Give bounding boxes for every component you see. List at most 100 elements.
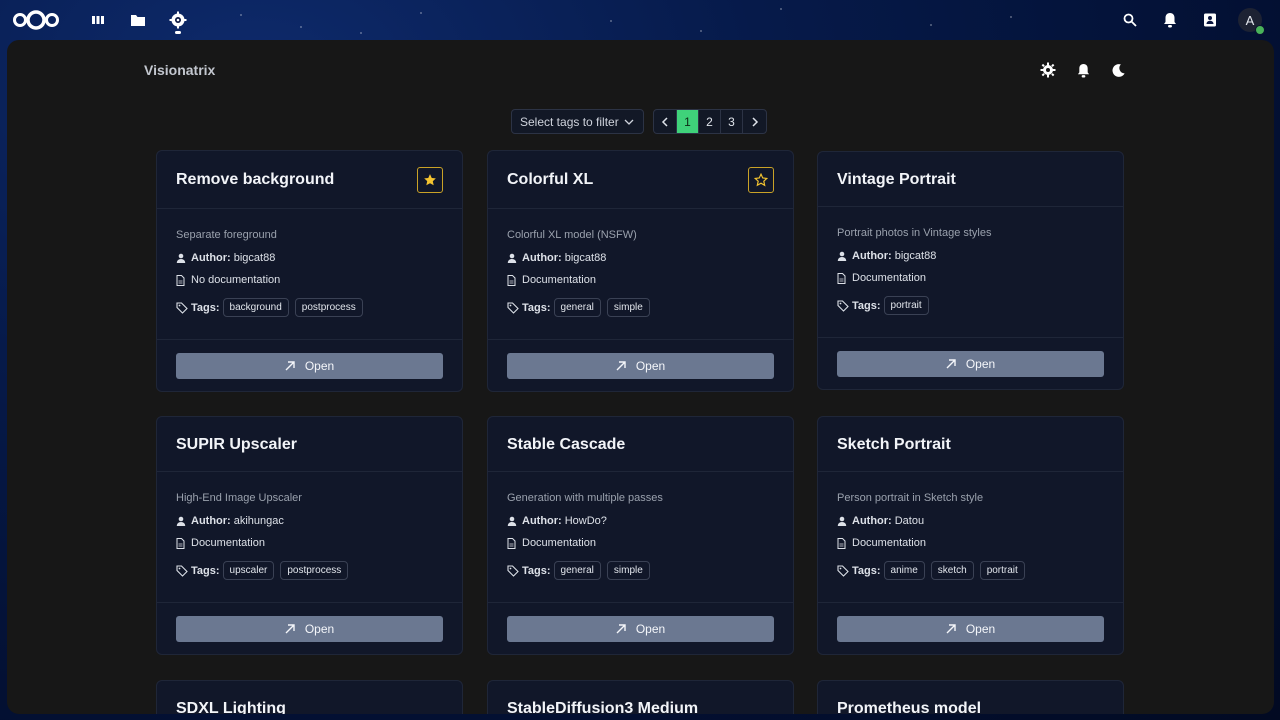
open-flow-button[interactable]: Open [837,351,1104,377]
card-title: SDXL Lighting [176,700,286,714]
tag-chip[interactable]: sketch [930,561,974,580]
tag-filter-select[interactable]: Select tags to filter [511,109,644,134]
search-icon[interactable] [1120,10,1140,30]
visionatrix-app-icon[interactable] [168,10,188,30]
documentation-link[interactable]: Documentation [522,537,596,549]
flow-card: Vintage Portrait Portrait photos in Vint… [817,151,1124,390]
dark-mode-moon-icon[interactable] [1108,60,1128,80]
tag-icon [507,564,521,577]
settings-gear-icon[interactable] [1038,60,1058,80]
user-icon [176,253,190,263]
document-icon [507,274,521,286]
card-description: High-End Image Upscaler [176,492,302,504]
author-label: Author: [191,252,231,264]
tag-chip[interactable]: upscaler [222,561,275,580]
flow-card: SUPIR Upscaler High-End Image Upscaler A… [156,416,463,655]
card-description: Colorful XL model (NSFW) [507,229,637,241]
author-label: Author: [191,515,231,527]
notifications-bell-icon[interactable] [1160,10,1180,30]
chevron-right-icon [751,116,758,127]
tags-label: Tags: [852,299,881,312]
author-name: Datou [894,515,925,527]
documentation-link[interactable]: Documentation [522,274,596,286]
user-icon [837,251,851,261]
arrow-up-right-icon [946,359,956,369]
tag-chip[interactable]: general [553,298,601,317]
card-title: Prometheus model [837,700,982,714]
page-1-button[interactable]: 1 [677,110,699,133]
tag-chip[interactable]: simple [606,298,650,317]
files-folder-icon[interactable] [128,10,148,30]
author-name: akihungac [233,515,284,527]
tag-chip[interactable]: postprocess [280,561,349,580]
previous-page-button[interactable] [654,110,677,133]
tags-label: Tags: [852,564,881,577]
arrow-up-right-icon [946,624,956,634]
tag-icon [507,301,521,314]
open-flow-button[interactable]: Open [507,616,774,642]
open-label: Open [304,359,335,373]
tag-chip[interactable]: portrait [883,296,929,315]
flow-card: Prometheus model [817,680,1124,714]
favorite-button[interactable] [417,167,443,193]
arrow-up-right-icon [616,624,626,634]
tag-chip[interactable]: general [553,561,601,580]
arrow-up-right-icon [285,361,295,371]
open-flow-button[interactable]: Open [837,616,1104,642]
flow-card: StableDiffusion3 Medium [487,680,794,714]
open-label: Open [635,359,666,373]
documentation-link[interactable]: Documentation [852,537,926,549]
tag-chip[interactable]: anime [883,561,925,580]
user-icon [176,516,190,526]
card-title: Sketch Portrait [837,436,951,453]
documentation-link[interactable]: Documentation [191,537,265,549]
notifications-bell-icon[interactable] [1073,60,1093,80]
tag-chip[interactable]: simple [606,561,650,580]
next-page-button[interactable] [743,110,766,133]
nextcloud-logo-icon[interactable] [12,9,60,31]
tag-icon [176,564,190,577]
card-title: Vintage Portrait [837,171,956,188]
author-name: bigcat88 [894,250,937,262]
favorite-button[interactable] [748,167,774,193]
page-2-button[interactable]: 2 [699,110,721,133]
user-icon [507,516,521,526]
card-description: Separate foreground [176,229,277,241]
card-title: Remove background [176,171,335,188]
page-3-button[interactable]: 3 [721,110,743,133]
avatar-initial: A [1245,12,1255,28]
active-app-indicator [175,31,181,34]
card-description: Generation with multiple passes [507,492,663,504]
tag-chip[interactable]: postprocess [294,298,363,317]
tag-icon [176,301,190,314]
flow-card: Sketch Portrait Person portrait in Sketc… [817,416,1124,655]
author-name: bigcat88 [233,252,276,264]
contacts-icon[interactable] [1200,10,1220,30]
tag-chip[interactable]: portrait [979,561,1025,580]
star-outline-icon [754,173,768,187]
pagination: 1 2 3 [653,109,767,134]
arrow-up-right-icon [285,624,295,634]
dashboard-icon[interactable] [88,10,108,30]
document-icon [176,274,190,286]
tags-label: Tags: [191,301,220,314]
flow-card: Stable Cascade Generation with multiple … [487,416,794,655]
online-status-dot [1255,25,1265,35]
chevron-left-icon [661,116,668,127]
page-title: Visionatrix [144,62,216,78]
open-flow-button[interactable]: Open [176,616,443,642]
flow-card: Colorful XL Colorful XL model (NSFW) Aut… [487,150,794,392]
tag-chip[interactable]: background [222,298,289,317]
open-flow-button[interactable]: Open [507,353,774,379]
flow-card: SDXL Lighting [156,680,463,714]
tags-label: Tags: [522,301,551,314]
star-filled-icon [424,174,436,186]
card-title: StableDiffusion3 Medium [507,700,699,714]
tag-icon [837,299,851,312]
documentation-link[interactable]: No documentation [191,274,280,286]
open-flow-button[interactable]: Open [176,353,443,379]
tags-label: Tags: [191,564,220,577]
documentation-link[interactable]: Documentation [852,272,926,284]
user-avatar[interactable]: A [1238,8,1265,35]
card-title: Stable Cascade [507,436,626,453]
